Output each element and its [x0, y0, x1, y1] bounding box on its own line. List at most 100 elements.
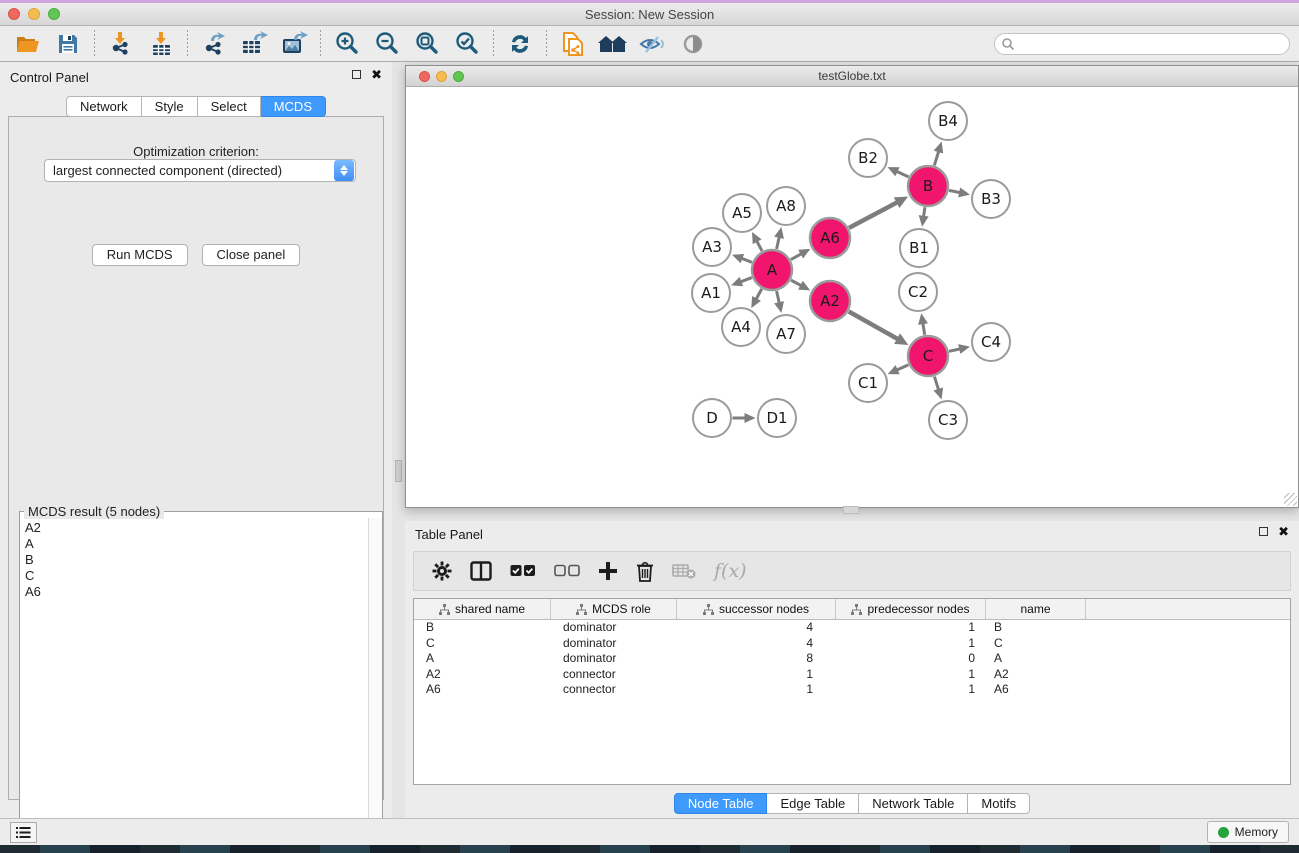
add-column-icon[interactable] [598, 561, 618, 581]
column-header-label: successor nodes [719, 602, 809, 616]
home-icon[interactable] [593, 28, 633, 60]
graph-node-label: A6 [820, 229, 840, 247]
column-header-successor-nodes[interactable]: successor nodes [677, 599, 836, 619]
tab-network[interactable]: Network [66, 96, 142, 117]
float-table-panel-icon[interactable] [1259, 527, 1268, 536]
column-visibility-icon[interactable] [470, 561, 492, 581]
tab-motifs[interactable]: Motifs [968, 793, 1030, 814]
deselect-all-icon[interactable] [554, 564, 580, 578]
hide-panel-eye-icon[interactable] [633, 28, 673, 60]
network-canvas[interactable]: B4B2BB3A8A5A6A3B1AA1C2A2A4A7C4CC1DD1C3 [406, 88, 1298, 507]
graph-edge-arrowhead [958, 188, 970, 198]
table-cell: 0 [836, 651, 986, 667]
graph-edge-B-B2[interactable] [896, 171, 908, 177]
criterion-dropdown[interactable]: largest connected component (directed) [44, 159, 356, 182]
refresh-layout-icon[interactable] [500, 28, 540, 60]
table-row[interactable]: A2connector11A2 [414, 667, 1290, 683]
status-bar: Memory [0, 818, 1299, 845]
graph-edge-B-B3[interactable] [949, 190, 961, 192]
mcds-result-item[interactable]: C [25, 568, 363, 584]
graph-edge-A-A4[interactable] [756, 289, 762, 300]
tab-select[interactable]: Select [198, 96, 261, 117]
result-scrollbar[interactable] [368, 518, 382, 849]
zoom-out-icon[interactable] [367, 28, 407, 60]
export-network-icon[interactable] [194, 28, 234, 60]
open-file-icon[interactable] [8, 28, 48, 60]
tab-edge-table[interactable]: Edge Table [767, 793, 859, 814]
table-row[interactable]: Bdominator41B [414, 620, 1290, 636]
zoom-fit-icon[interactable] [407, 28, 447, 60]
import-network-icon[interactable] [101, 28, 141, 60]
zoom-selected-icon[interactable] [447, 28, 487, 60]
horizontal-splitter-grip[interactable] [843, 506, 859, 514]
select-all-icon[interactable] [510, 564, 536, 578]
graph-edge-B-B1[interactable] [923, 207, 924, 217]
table-row[interactable]: Adominator80A [414, 651, 1290, 667]
column-header-name[interactable]: name [986, 599, 1086, 619]
mcds-result-item[interactable]: A2 [25, 520, 363, 536]
graph-edge-C-C2[interactable] [923, 323, 925, 335]
close-table-panel-icon[interactable]: ✖ [1278, 527, 1289, 536]
graph-edge-C-C3[interactable] [934, 377, 938, 391]
column-header-shared-name[interactable]: shared name [414, 599, 551, 619]
graph-edge-A-A1[interactable] [740, 278, 752, 282]
table-cell: B [986, 620, 1086, 636]
close-panel-button[interactable]: Close panel [202, 244, 301, 266]
graph-edge-arrowhead [958, 344, 970, 354]
graph-node-label: D [706, 409, 718, 427]
network-window-titlebar: testGlobe.txt [406, 66, 1298, 87]
delete-table-icon[interactable] [672, 563, 696, 579]
table-row[interactable]: A6connector11A6 [414, 682, 1290, 698]
tab-network-table[interactable]: Network Table [859, 793, 968, 814]
window-resize-grip[interactable] [1284, 493, 1297, 506]
mcds-result-item[interactable]: B [25, 552, 363, 568]
search-field[interactable] [994, 33, 1290, 55]
show-panel-eye-icon[interactable] [673, 28, 713, 60]
column-header-predecessor-nodes[interactable]: predecessor nodes [836, 599, 986, 619]
clone-network-icon[interactable] [553, 28, 593, 60]
task-history-button[interactable] [10, 822, 37, 843]
table-cell: dominator [551, 636, 677, 652]
graph-edge-A6-B[interactable] [849, 202, 898, 228]
delete-column-icon[interactable] [636, 561, 654, 582]
run-mcds-button[interactable]: Run MCDS [92, 244, 188, 266]
zoom-in-icon[interactable] [327, 28, 367, 60]
close-panel-icon[interactable]: ✖ [371, 70, 382, 79]
graph-edge-B-B4[interactable] [934, 151, 939, 166]
graph-edge-A-A6[interactable] [791, 253, 802, 259]
tab-style[interactable]: Style [142, 96, 198, 117]
network-window-title: testGlobe.txt [406, 69, 1298, 83]
memory-status-icon [1218, 827, 1229, 838]
vertical-splitter-grip[interactable] [395, 460, 402, 482]
table-row[interactable]: Cdominator41C [414, 636, 1290, 652]
search-input[interactable] [1015, 35, 1289, 53]
tab-mcds[interactable]: MCDS [261, 96, 326, 117]
mcds-result-list[interactable]: A2ABCA6 [21, 518, 367, 849]
mcds-result-item[interactable]: A [25, 536, 363, 552]
table-settings-icon[interactable] [432, 561, 452, 581]
graph-edge-A-A2[interactable] [791, 280, 802, 286]
graph-edge-C-C4[interactable] [949, 349, 961, 352]
memory-label: Memory [1235, 825, 1278, 839]
tab-node-table[interactable]: Node Table [674, 793, 768, 814]
export-table-icon[interactable] [234, 28, 274, 60]
export-image-icon[interactable] [274, 28, 314, 60]
toolbar-separator [493, 30, 494, 58]
import-table-icon[interactable] [141, 28, 181, 60]
mcds-result-item[interactable]: A6 [25, 584, 363, 600]
float-panel-icon[interactable] [352, 70, 361, 79]
graph-edge-A-A3[interactable] [741, 258, 752, 262]
graph-edge-A-A5[interactable] [756, 240, 762, 251]
virtual-column-icon [439, 604, 450, 615]
function-builder-icon[interactable]: f(x) [714, 560, 747, 582]
memory-button[interactable]: Memory [1207, 821, 1289, 843]
graph-edge-A2-C[interactable] [849, 312, 899, 340]
graph-edge-A-A8[interactable] [777, 236, 780, 249]
save-session-icon[interactable] [48, 28, 88, 60]
graph-edge-A-A7[interactable] [777, 291, 780, 304]
graph-edge-C-C1[interactable] [896, 365, 908, 370]
graph-node-label: C1 [858, 374, 878, 392]
column-header-mcds-role[interactable]: MCDS role [551, 599, 677, 619]
table-cell: 8 [677, 651, 836, 667]
graph-node-label: D1 [766, 409, 787, 427]
